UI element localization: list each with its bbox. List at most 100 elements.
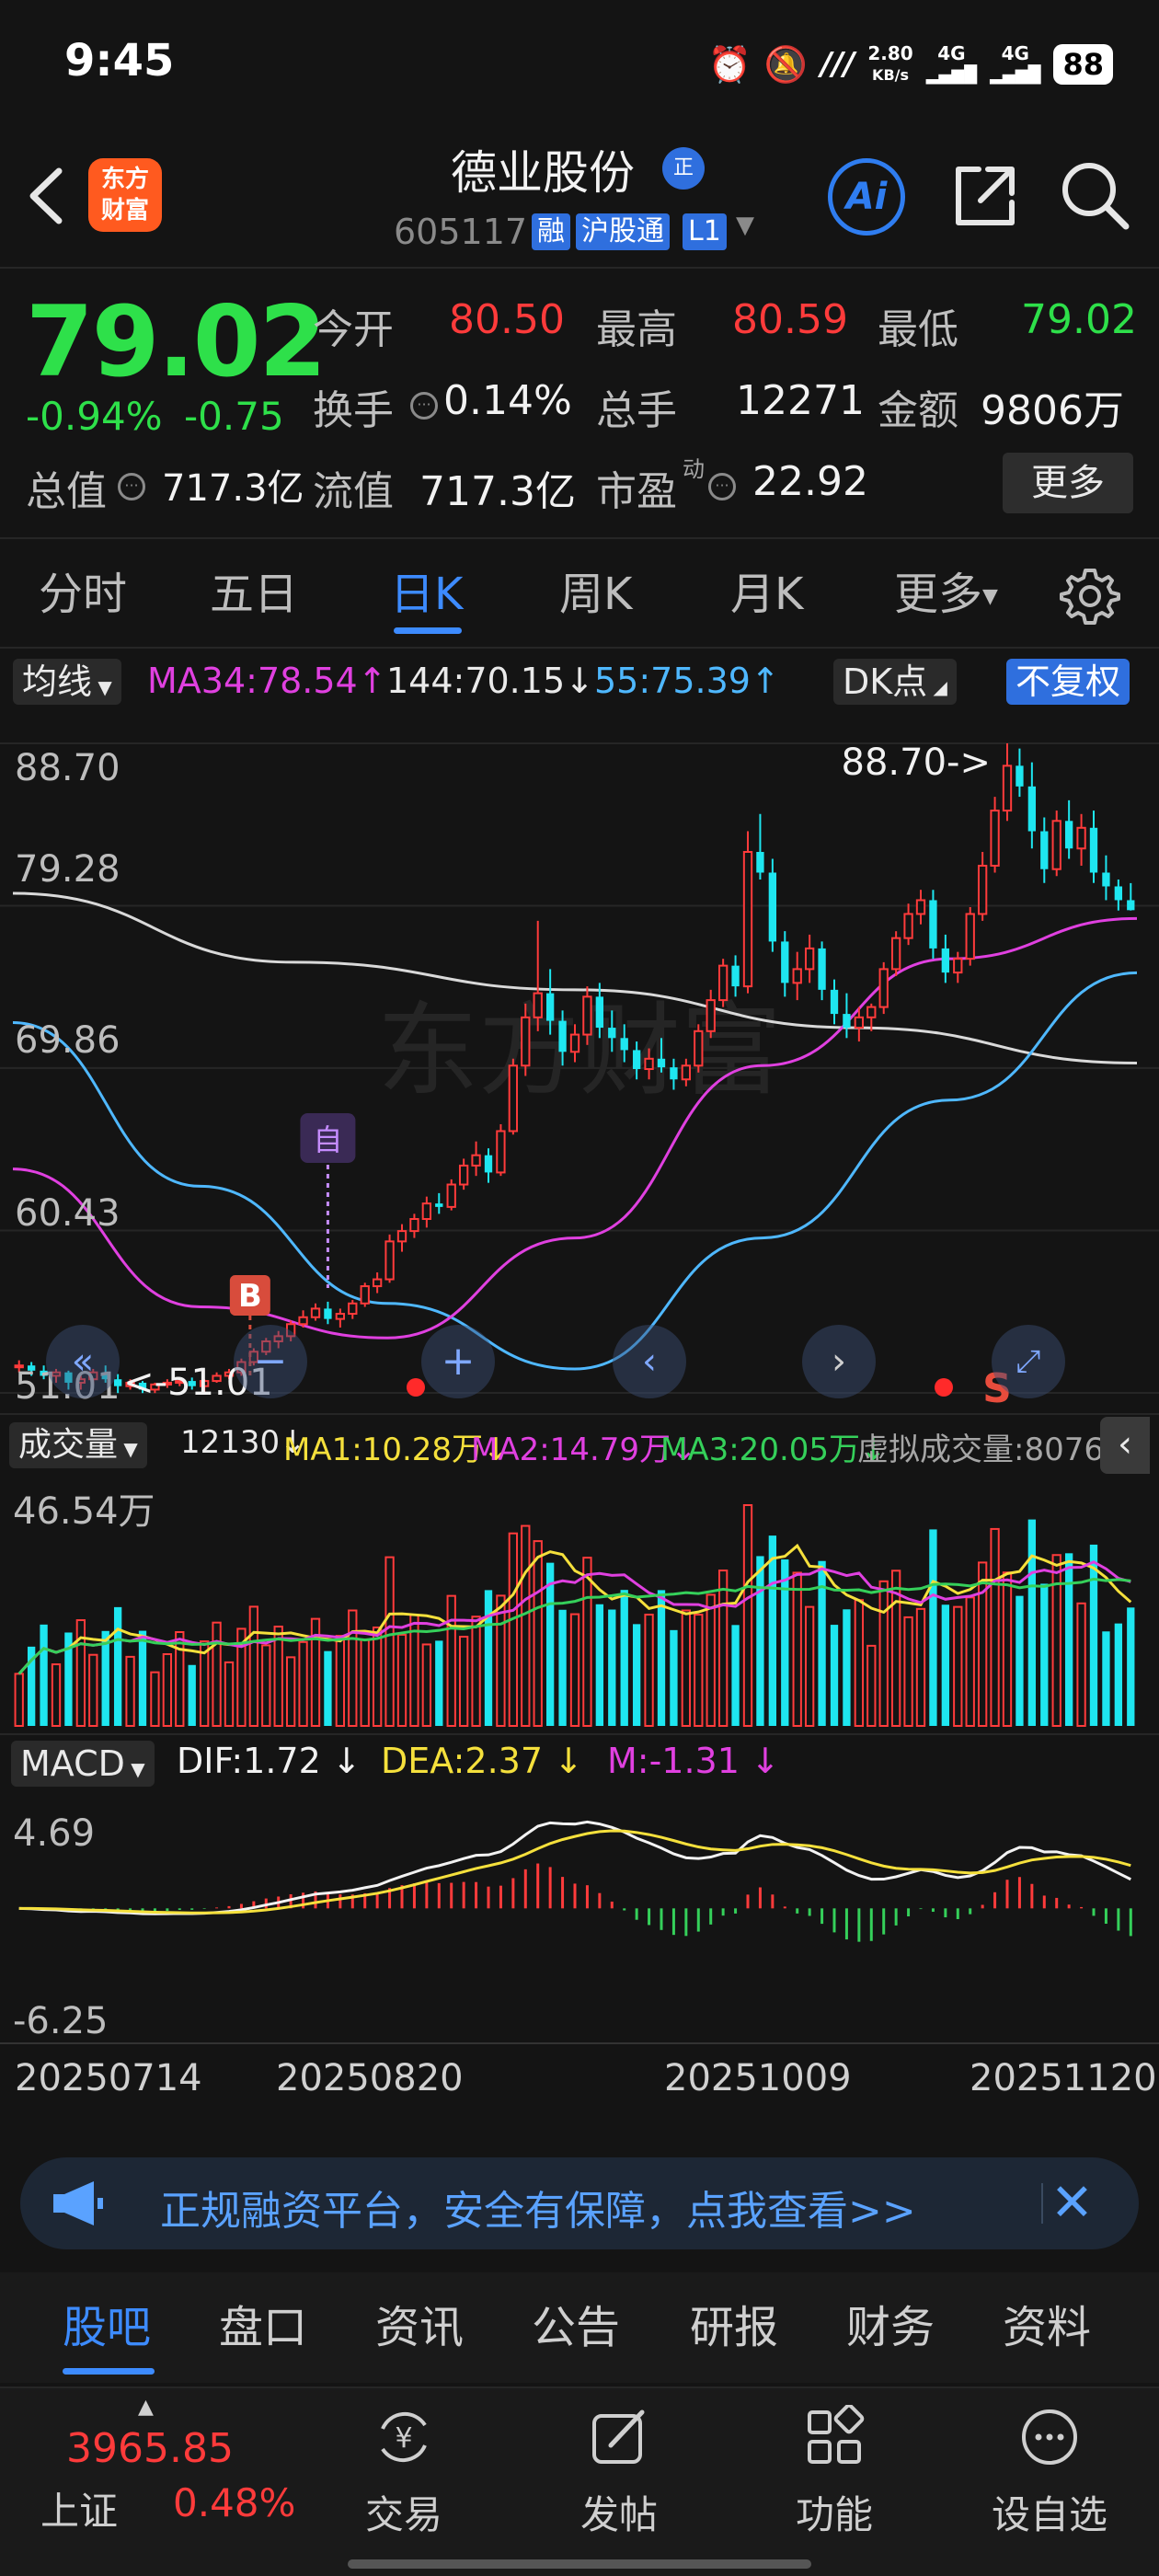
volume-bar bbox=[533, 1540, 543, 1728]
volume-bar bbox=[335, 1635, 346, 1727]
adjust-mode-button[interactable]: 不复权 bbox=[1006, 659, 1130, 705]
volume-bar bbox=[620, 1590, 628, 1726]
tab-news[interactable]: 资讯 bbox=[375, 2272, 464, 2383]
chart-settings-button[interactable] bbox=[1060, 565, 1120, 626]
value-open: 80.50 bbox=[449, 296, 565, 343]
back-button[interactable] bbox=[20, 155, 79, 237]
tab-monthly-k[interactable]: 月K bbox=[730, 543, 803, 646]
search-icon bbox=[1062, 163, 1130, 230]
volume-bar bbox=[694, 1614, 704, 1727]
caret-down-icon: ▼ bbox=[982, 585, 998, 608]
buy-marker[interactable]: B bbox=[238, 1278, 262, 1315]
macd-selector[interactable]: MACD ▼ bbox=[11, 1741, 155, 1787]
nav-watchlist[interactable]: 设自选 bbox=[971, 2405, 1128, 2540]
value-amount: 9806万 bbox=[981, 387, 1124, 434]
tab-research[interactable]: 研报 bbox=[690, 2272, 778, 2383]
macd-chart[interactable]: 4.69 -6.25 bbox=[0, 1794, 1159, 2042]
candle bbox=[731, 955, 740, 997]
self-select-marker[interactable]: 自 bbox=[313, 1122, 342, 1157]
dk-point-button[interactable]: DK点 ◢ bbox=[833, 659, 957, 705]
label-high: 最高 bbox=[596, 306, 677, 353]
date-label: 20250714 bbox=[15, 2057, 202, 2099]
index-change-pct[interactable]: 0.48% bbox=[173, 2480, 295, 2525]
close-icon[interactable]: ✕ bbox=[1050, 2174, 1094, 2233]
price-axis-label: 79.28 bbox=[15, 848, 120, 891]
zoom-in-button[interactable]: + bbox=[421, 1325, 495, 1398]
volume-bar bbox=[446, 1594, 456, 1727]
tab-weekly-k[interactable]: 周K bbox=[559, 543, 632, 646]
fullscreen-button[interactable]: ⤢ bbox=[992, 1325, 1065, 1398]
promo-banner[interactable]: 正规融资平台，安全有保障，点我查看>> ✕ bbox=[20, 2157, 1139, 2249]
tab-five-day[interactable]: 五日 bbox=[210, 543, 298, 646]
more-quote-button[interactable]: 更多 bbox=[1003, 453, 1133, 513]
volume-bar bbox=[843, 1609, 851, 1726]
volume-axis-label: 46.54万 bbox=[13, 1490, 155, 1533]
volume-bar bbox=[261, 1644, 271, 1727]
nav-trade[interactable]: ¥ 交易 bbox=[326, 2405, 482, 2540]
nav-post[interactable]: 发帖 bbox=[541, 2405, 697, 2540]
signal-dot bbox=[935, 1378, 953, 1397]
search-button[interactable] bbox=[1056, 156, 1133, 234]
candle bbox=[1089, 811, 1098, 883]
candle bbox=[843, 993, 851, 1039]
zheng-badge: 正 bbox=[662, 147, 705, 190]
volume-bar bbox=[435, 1640, 443, 1726]
vol-ma1-line bbox=[17, 1543, 1132, 1675]
scroll-right-button[interactable]: › bbox=[802, 1325, 876, 1398]
nav-functions[interactable]: 功能 bbox=[756, 2403, 912, 2540]
candle bbox=[830, 979, 839, 1025]
tab-profile[interactable]: 资料 bbox=[1003, 2272, 1091, 2383]
banner-text[interactable]: 正规融资平台，安全有保障，点我查看>> bbox=[160, 2178, 916, 2237]
volume-bar bbox=[1016, 1595, 1024, 1726]
tab-intraday[interactable]: 分时 bbox=[39, 543, 127, 646]
candle bbox=[694, 1024, 704, 1073]
candlestick-chart[interactable]: 东方财富 88.7079.2869.8660.4351.01 88.70-><-… bbox=[0, 718, 1159, 1417]
index-name[interactable]: 上证 bbox=[40, 2480, 118, 2536]
tab-announcements[interactable]: 公告 bbox=[532, 2272, 620, 2383]
candle bbox=[1016, 748, 1024, 798]
date-axis: 20250714 20250820 20251009 20251120 bbox=[0, 2042, 1159, 2134]
info-icon[interactable]: ··· bbox=[410, 392, 438, 420]
mute-bell-icon: 🔕 bbox=[763, 43, 809, 85]
tag-margin: 融 bbox=[532, 213, 570, 250]
tab-guba[interactable]: 股吧 bbox=[63, 2272, 151, 2383]
volume-bar bbox=[384, 1556, 395, 1727]
svg-text:¥: ¥ bbox=[395, 2422, 412, 2455]
info-icon[interactable]: ··· bbox=[118, 473, 145, 500]
volume-bar bbox=[1064, 1553, 1073, 1726]
collapse-panel-button[interactable]: ‹ bbox=[1100, 1417, 1150, 1474]
legend-virtual-vol: 虚拟成交量:80760 bbox=[857, 1432, 1124, 1468]
stock-name[interactable]: 德业股份 bbox=[451, 136, 635, 202]
candle bbox=[335, 1308, 346, 1328]
tag-l1[interactable]: L1 bbox=[683, 213, 727, 250]
legend-dea: DEA:2.37 ↓ bbox=[381, 1741, 583, 1781]
index-price[interactable]: 3965.85 bbox=[66, 2425, 234, 2472]
zoom-out-left-button[interactable]: « bbox=[46, 1325, 120, 1398]
signal-dot bbox=[407, 1378, 425, 1397]
candle bbox=[818, 941, 826, 1001]
ma-selector[interactable]: 均线 ▼ bbox=[13, 659, 121, 705]
zoom-out-button[interactable]: − bbox=[234, 1325, 307, 1398]
alarm-icon: ⏰ bbox=[707, 43, 752, 85]
info-icon[interactable]: ··· bbox=[708, 473, 736, 500]
pe-dynamic-sup: 动 bbox=[683, 456, 705, 482]
legend-ma144: 144:70.15↓ bbox=[386, 661, 594, 701]
candle bbox=[1127, 882, 1135, 911]
candle bbox=[471, 1141, 481, 1177]
macd-axis-min: -6.25 bbox=[13, 2000, 109, 2042]
candle bbox=[372, 1272, 383, 1294]
tab-finance[interactable]: 财务 bbox=[846, 2272, 935, 2383]
tab-pankou[interactable]: 盘口 bbox=[219, 2272, 307, 2383]
candle bbox=[1064, 799, 1073, 859]
tab-more[interactable]: 更多▼ bbox=[894, 543, 998, 649]
signal-1: 4G ▂▄▆█ bbox=[925, 42, 978, 85]
ai-button[interactable]: Ai bbox=[828, 158, 905, 236]
candle bbox=[533, 920, 543, 1031]
caret-down-icon[interactable]: ▼ bbox=[736, 212, 754, 239]
scroll-left-button[interactable]: ‹ bbox=[613, 1325, 686, 1398]
volume-bar bbox=[756, 1556, 764, 1726]
volume-selector[interactable]: 成交量 ▼ bbox=[9, 1422, 147, 1468]
share-button[interactable] bbox=[947, 158, 1023, 234]
volume-bar bbox=[878, 1580, 889, 1727]
volume-chart[interactable]: 46.54万 bbox=[0, 1472, 1159, 1730]
